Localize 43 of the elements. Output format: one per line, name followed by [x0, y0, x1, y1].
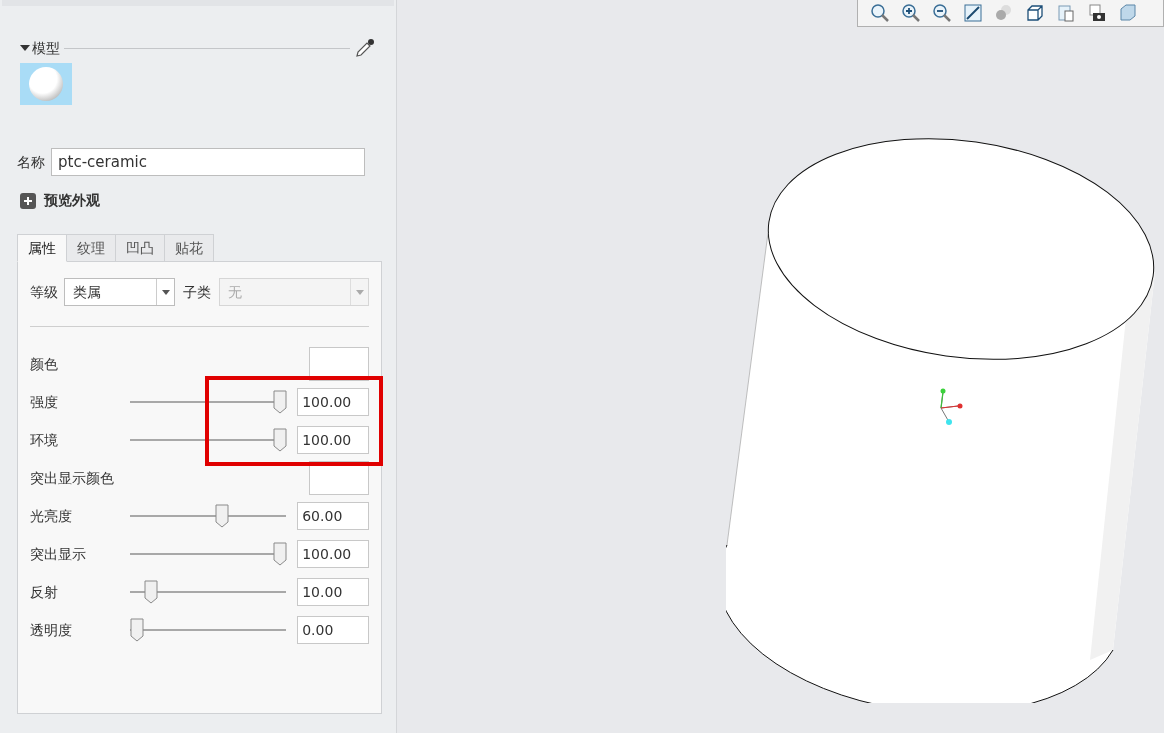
value-field[interactable]: 60.00 — [297, 502, 369, 530]
slider-thumb[interactable] — [272, 542, 287, 566]
slider[interactable] — [129, 504, 287, 528]
tab[interactable]: 贴花 — [164, 234, 214, 262]
caret-icon — [20, 45, 30, 51]
slider-thumb[interactable] — [144, 580, 158, 604]
value-field[interactable]: 100.00 — [297, 426, 369, 454]
slider[interactable] — [129, 428, 287, 452]
property-label: 透明度 — [30, 620, 73, 640]
property-label: 颜色 — [30, 354, 59, 374]
section-toggle[interactable]: 模型 — [20, 37, 60, 59]
tab[interactable]: 纹理 — [66, 234, 116, 262]
subclass-label: 子类 — [183, 282, 211, 302]
material-thumbnail[interactable] — [20, 63, 72, 105]
property-label: 反射 — [30, 582, 59, 602]
slider-thumb[interactable] — [272, 390, 287, 414]
name-field[interactable]: ptc-ceramic — [51, 148, 365, 176]
slider[interactable] — [129, 542, 287, 566]
slider[interactable] — [129, 580, 287, 604]
slider[interactable] — [129, 618, 287, 642]
value-field[interactable]: 100.00 — [297, 388, 369, 416]
property-label: 突出显示颜色 — [30, 468, 115, 488]
level-dropdown[interactable]: 类属 — [64, 278, 175, 306]
tab[interactable]: 属性 — [17, 234, 67, 262]
caret-icon — [355, 289, 364, 295]
slider-thumb[interactable] — [215, 504, 230, 528]
slider-thumb[interactable] — [129, 618, 144, 642]
caret-icon — [161, 289, 170, 295]
property-label: 突出显示 — [30, 544, 87, 564]
tab[interactable]: 凹凸 — [115, 234, 165, 262]
value-field[interactable]: 100.00 — [297, 540, 369, 568]
slider[interactable] — [129, 390, 287, 414]
slider-thumb[interactable] — [272, 428, 287, 452]
property-label: 强度 — [30, 392, 59, 412]
eyedropper-icon[interactable] — [354, 37, 376, 59]
plus-icon — [20, 192, 36, 209]
value-field[interactable]: 0.00 — [297, 616, 369, 644]
value-field[interactable]: 10.00 — [297, 578, 369, 606]
property-label: 光亮度 — [30, 506, 73, 526]
name-label: 名称 — [17, 152, 45, 172]
property-label: 环境 — [30, 430, 59, 450]
preview-toggle[interactable]: 预览外观 — [20, 190, 100, 211]
level-label: 等级 — [30, 282, 58, 302]
